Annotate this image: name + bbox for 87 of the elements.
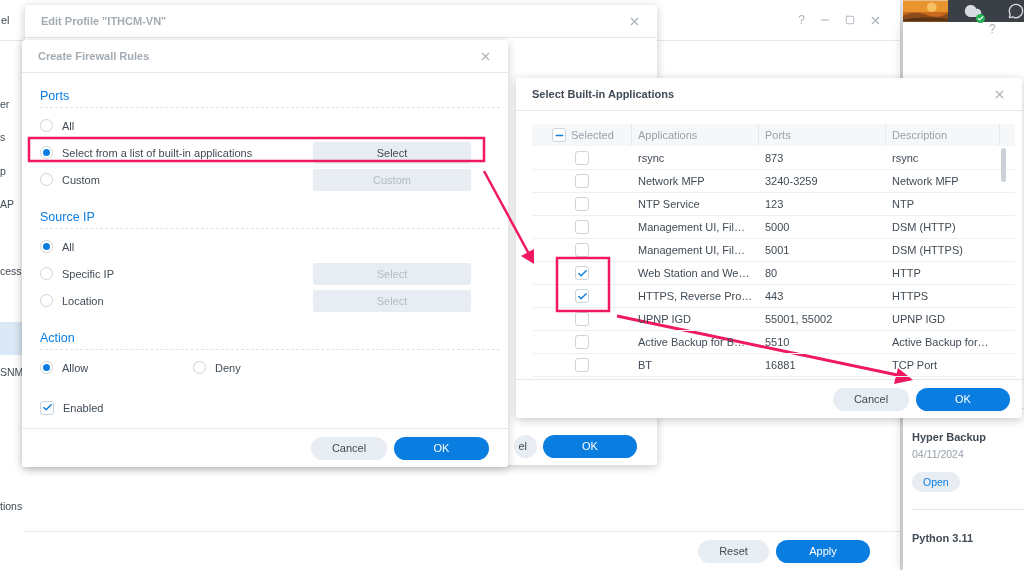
cloud-icon[interactable] (964, 2, 982, 20)
table-cell: rsync (632, 147, 759, 170)
option-label: All (62, 119, 75, 132)
option-label: All (62, 240, 75, 253)
select-button[interactable]: Select (313, 141, 471, 164)
table-cell: Web Station and We… (632, 262, 759, 285)
open-button[interactable]: Open (912, 472, 960, 492)
table-cell: BT (632, 354, 759, 377)
table-cell: DSM (HTTPS) (886, 239, 1000, 262)
table-cell: Management UI, Fil… (632, 216, 759, 239)
table-cell: 5001 (759, 239, 886, 262)
checkbox[interactable] (575, 312, 589, 326)
section-heading: Source IP (40, 210, 95, 224)
app-date: 04/11/2024 (912, 448, 964, 460)
ok-button[interactable]: OK (916, 387, 1010, 411)
checkbox[interactable] (575, 174, 589, 188)
table-cell: UPNP IGD (886, 308, 1000, 331)
checkbox[interactable] (575, 335, 589, 349)
table-cell: NTP (886, 193, 1000, 216)
option-label: Select from a list of built-in applications (62, 146, 253, 159)
table-cell: Network MFP (632, 170, 759, 193)
table-cell: UPNP IGD (632, 308, 759, 331)
app-name: Hyper Backup (912, 431, 986, 443)
reset-button[interactable]: Reset (698, 539, 769, 563)
table-cell: HTTP (886, 262, 1000, 285)
checkbox[interactable] (575, 220, 589, 234)
cancel-button[interactable]: Cancel (833, 387, 909, 411)
sidebar-item[interactable]: AP (0, 187, 24, 221)
checkbox[interactable] (575, 289, 589, 303)
sidebar-item[interactable]: s (0, 120, 24, 154)
checkbox[interactable] (575, 197, 589, 211)
chat-icon[interactable] (1008, 3, 1024, 19)
table-cell: 443 (759, 285, 886, 308)
table-cell: Network MFP (886, 170, 1000, 193)
window-title: el (0, 14, 11, 26)
highlight-frame (555, 256, 611, 313)
table-cell: 873 (759, 147, 886, 170)
option-label: Location (62, 294, 104, 307)
table-cell: Management UI, Fil… (632, 239, 759, 262)
ok-button[interactable]: OK (543, 434, 637, 458)
sidebar-item[interactable] (0, 321, 24, 355)
table-cell: 3240-3259 (759, 170, 886, 193)
dialog-title: Edit Profile "ITHCM-VN" (41, 15, 167, 27)
table-cell: HTTPS, Reverse Pro… (632, 285, 759, 308)
maximize-icon[interactable] (845, 15, 855, 25)
column-header: Ports (765, 129, 791, 141)
table-cell: 55001, 55002 (759, 308, 886, 331)
table-cell: DSM (HTTP) (886, 216, 1000, 239)
table-cell: NTP Service (632, 193, 759, 216)
checkbox[interactable] (575, 358, 589, 372)
ok-button[interactable]: OK (394, 436, 489, 460)
column-header: Description (892, 129, 948, 141)
sidebar-item[interactable]: SNM (0, 355, 24, 389)
app-name: Python 3.11 (912, 532, 974, 544)
table-cell: HTTPS (886, 285, 1000, 308)
sidebar-item[interactable]: cess (0, 254, 24, 288)
checkbox[interactable] (575, 151, 589, 165)
section-heading: Action (40, 331, 75, 345)
cancel-button[interactable]: Cancel (311, 436, 387, 460)
option-label: Custom (62, 173, 100, 186)
checkbox[interactable] (575, 266, 589, 280)
table-cell: 80 (759, 262, 886, 285)
table-cell: rsync (886, 147, 1000, 170)
section-heading: Ports (40, 89, 70, 103)
cancel-button[interactable]: el (514, 434, 537, 458)
checkbox-label: Enabled (63, 401, 104, 414)
option-label: Specific IP (62, 267, 114, 280)
table-cell: 5000 (759, 216, 886, 239)
column-header: Applications (638, 129, 698, 141)
scrollbar-thumb[interactable] (1001, 148, 1006, 182)
table-cell: 123 (759, 193, 886, 216)
dialog-title: Select Built-in Applications (532, 88, 674, 100)
sidebar-item[interactable]: er (0, 87, 24, 121)
table-cell: 16881 (759, 354, 886, 377)
sidebar-item[interactable]: tions (0, 489, 24, 523)
sidebar-item[interactable]: p (0, 154, 24, 188)
table-cell: 5510 (759, 331, 886, 354)
column-header: Selected (571, 129, 614, 141)
option-label: Deny (215, 361, 241, 374)
checkbox[interactable] (40, 400, 54, 415)
table-cell: TCP Port (886, 354, 1000, 377)
dialog-title: Create Firewall Rules (38, 50, 150, 62)
checkbox[interactable] (552, 128, 566, 142)
option-label: Allow (62, 361, 89, 374)
table-cell: Active Backup for… (886, 331, 1000, 354)
apply-button[interactable]: Apply (776, 539, 870, 563)
checkbox[interactable] (575, 243, 589, 257)
